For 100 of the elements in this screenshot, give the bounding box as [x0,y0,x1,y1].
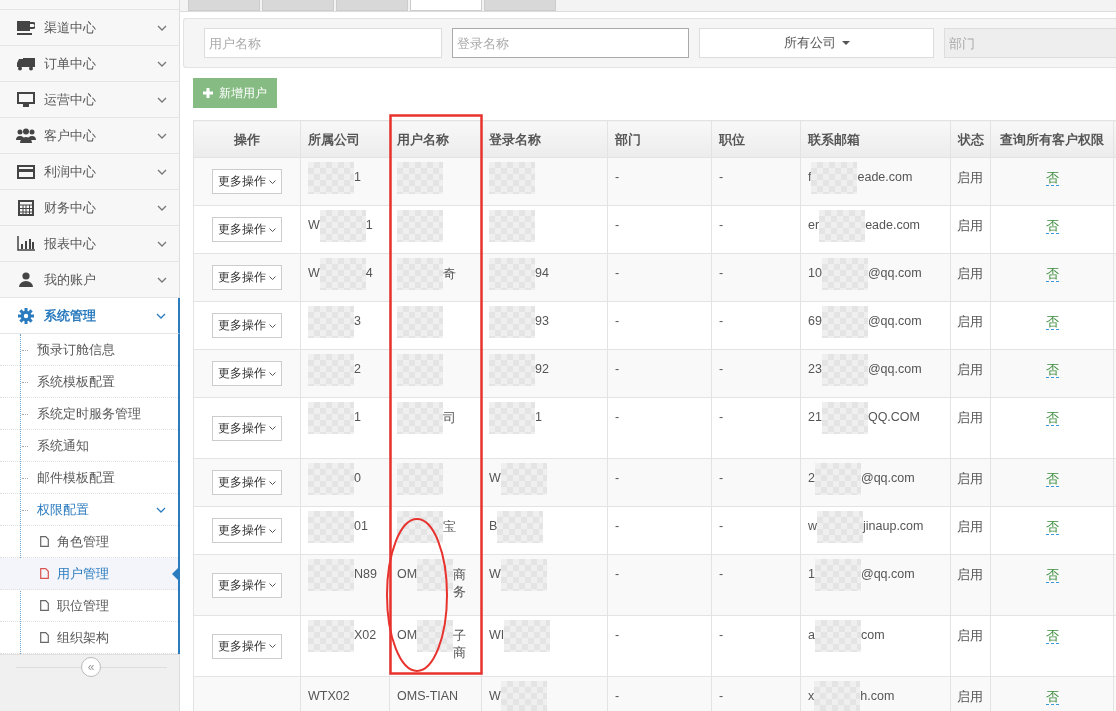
table-cell-text: @qq.com [860,471,915,485]
submenu-item[interactable]: 系统模板配置 [0,366,178,398]
redaction-block [814,620,861,652]
more-actions-dropdown[interactable]: 更多操作 [212,217,282,242]
table-cell-text: - [719,567,724,581]
submenu-item[interactable]: 用户管理 [0,558,178,590]
table-cell-text: - [615,266,620,280]
table-cell-text: 启用 [957,363,983,377]
table-cell-text: - [719,410,724,424]
company-select[interactable]: 所有公司 [699,28,934,58]
truck-icon [17,56,35,71]
redaction-block [319,210,366,242]
table-cell-text: h.com [860,689,895,703]
table-cell-text: 奇 [443,266,456,283]
more-actions-dropdown[interactable]: 更多操作 [212,313,282,338]
column-header: 职位 [719,133,745,147]
sidebar-item[interactable]: 利润中心 [0,154,179,190]
table-cell-text: 启用 [957,520,983,534]
permission-link[interactable]: 否 [1045,219,1059,234]
redaction-block [417,559,454,591]
chevron-down-icon [156,506,166,513]
permission-link[interactable]: 否 [1045,629,1059,644]
tab[interactable] [484,0,556,11]
table-cell-text: - [719,218,724,232]
table-cell-text: 93 [535,314,549,328]
more-actions-dropdown[interactable]: 更多操作 [212,415,282,441]
table-cell-text: 92 [535,362,549,376]
table-cell-text: 启用 [957,629,983,643]
sidebar-item[interactable]: 订单中心 [0,46,179,82]
table-cell-text: OM [397,628,418,642]
submenu-item[interactable]: 邮件模板配置 [0,462,178,494]
table-cell-text: 商务 [453,567,468,601]
table-cell-text: X02 [354,628,377,642]
permission-link[interactable]: 否 [1045,520,1059,535]
table-cell-text: - [615,362,620,376]
submenu-item[interactable]: 系统定时服务管理 [0,398,178,430]
more-actions-dropdown[interactable]: 更多操作 [212,633,282,659]
table-cell-text: - [615,314,620,328]
tab[interactable] [262,0,334,11]
redaction-block [308,511,354,543]
table-cell-text: - [615,628,620,642]
file-icon [40,568,49,579]
permission-link[interactable]: 否 [1045,363,1059,378]
permission-link[interactable]: 否 [1045,568,1059,583]
chevron-down-icon [269,227,276,232]
more-actions-dropdown[interactable]: 更多操作 [212,572,282,598]
submenu-item[interactable]: 权限配置 [0,494,178,526]
column-header: 联系邮箱 [808,133,860,147]
submenu-item[interactable]: 职位管理 [0,590,178,622]
table-cell-text: - [615,567,620,581]
table-cell-text: - [615,170,620,184]
more-actions-dropdown[interactable]: 更多操作 [212,518,282,543]
table-cell-text: W [489,471,501,485]
more-actions-dropdown[interactable]: 更多操作 [212,265,282,290]
chevron-down-icon [157,240,167,247]
permission-link[interactable]: 否 [1045,315,1059,330]
permission-link[interactable]: 否 [1045,690,1059,705]
table-cell-text: - [719,471,724,485]
tab[interactable] [336,0,408,11]
table-cell-text: 1 [365,218,373,232]
table-cell-text: 1 [808,567,815,581]
table-cell-text: 启用 [957,411,983,425]
permission-link[interactable]: 否 [1045,267,1059,282]
login-name-field[interactable]: 登录名称 [452,28,689,58]
tab[interactable] [410,0,482,11]
table-cell-text: - [719,628,724,642]
submenu-item[interactable]: 系统通知 [0,430,178,462]
chevron-down-icon [269,644,276,648]
table-cell-text: 宝 [443,519,456,536]
table-cell-text: 2 [354,362,361,376]
tab[interactable] [188,0,260,11]
user-name-field[interactable]: 用户名称 [204,28,442,58]
chevron-down-icon [269,583,276,587]
table-cell-text: W [489,689,501,703]
table-cell-text: 启用 [957,171,983,185]
sidebar-item[interactable]: 系统管理 [0,298,180,334]
sidebar-item[interactable]: 运营中心 [0,82,179,118]
submenu-item[interactable]: 预录订舱信息 [0,334,178,366]
table-cell-text: 1 [354,170,361,184]
table-cell-text: 启用 [957,568,983,582]
sidebar-item[interactable]: 客户中心 [0,118,179,154]
permission-link[interactable]: 否 [1045,472,1059,487]
sidebar-item[interactable]: 渠道中心 [0,10,179,46]
sidebar-item[interactable]: 报表中心 [0,226,179,262]
table-cell-text: er [808,218,820,232]
table-cell-text: 启用 [957,690,983,704]
table-cell-text: - [719,519,724,533]
more-actions-dropdown[interactable]: 更多操作 [212,470,282,495]
table-cell-text: 启用 [957,219,983,233]
settings-icon [18,307,34,324]
permission-link[interactable]: 否 [1045,171,1059,186]
table-cell-text: @qq.com [867,266,922,280]
permission-link[interactable]: 否 [1045,411,1059,426]
table-cell-text: - [719,266,724,280]
plus-icon [203,88,213,98]
table-cell-text: 1 [354,410,361,424]
sidebar-item[interactable]: 财务中心 [0,190,179,226]
redaction-block [308,402,354,434]
more-actions-dropdown[interactable]: 更多操作 [212,361,282,386]
more-actions-dropdown[interactable]: 更多操作 [212,169,282,194]
